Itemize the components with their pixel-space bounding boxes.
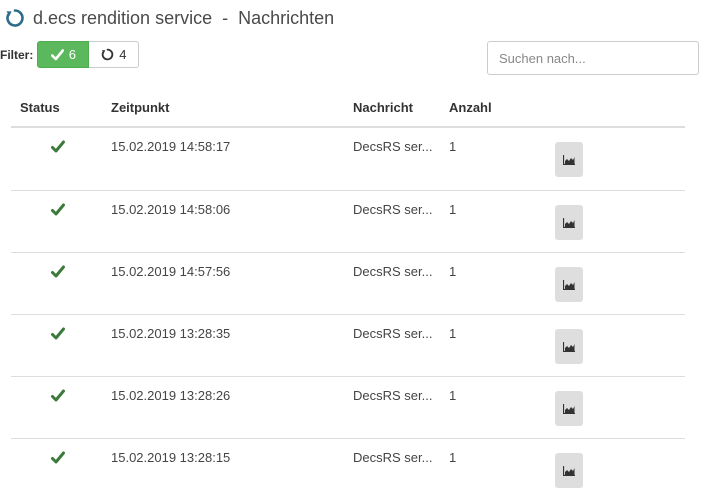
row-count: 1 xyxy=(449,264,457,279)
row-message: DecsRS ser... xyxy=(353,202,433,217)
row-count: 1 xyxy=(449,388,457,403)
filter-pending-count: 4 xyxy=(119,47,127,62)
chart-icon xyxy=(563,279,575,290)
table-row[interactable]: 15.02.2019 13:28:26 DecsRS ser... 1 xyxy=(11,376,685,438)
table-body: 15.02.2019 14:58:17 DecsRS ser... 1 15.0… xyxy=(11,128,685,500)
page: d.ecs rendition service - Nachrichten Fi… xyxy=(0,0,707,503)
table-row[interactable]: 15.02.2019 14:57:56 DecsRS ser... 1 xyxy=(11,252,685,314)
column-header-count[interactable]: Anzahl xyxy=(449,100,545,115)
page-header: d.ecs rendition service - Nachrichten xyxy=(5,6,334,30)
filter-button-group: 6 4 xyxy=(37,41,140,68)
refresh-icon xyxy=(101,48,114,61)
column-header-time[interactable]: Zeitpunkt xyxy=(111,100,353,115)
row-message: DecsRS ser... xyxy=(353,264,433,279)
row-message: DecsRS ser... xyxy=(353,388,433,403)
filter-bar: Filter: 6 4 xyxy=(0,41,140,68)
chart-button[interactable] xyxy=(555,453,583,488)
check-icon xyxy=(50,48,64,60)
check-icon xyxy=(51,451,65,464)
table-row[interactable]: 15.02.2019 14:58:17 DecsRS ser... 1 xyxy=(11,128,685,190)
page-title: d.ecs rendition service - Nachrichten xyxy=(33,7,335,28)
row-count: 1 xyxy=(449,450,457,465)
search-input[interactable] xyxy=(487,41,699,75)
table-header: Status Zeitpunkt Nachricht Anzahl xyxy=(11,88,685,128)
table-row[interactable]: 15.02.2019 13:28:15 DecsRS ser... 1 xyxy=(11,438,685,500)
check-icon xyxy=(51,140,65,153)
row-time: 15.02.2019 13:28:35 xyxy=(111,326,231,341)
column-header-message[interactable]: Nachricht xyxy=(353,100,449,115)
row-time: 15.02.2019 14:58:17 xyxy=(111,139,231,154)
row-count: 1 xyxy=(449,202,457,217)
column-header-status[interactable]: Status xyxy=(11,100,111,115)
filter-ok-button[interactable]: 6 xyxy=(37,41,90,68)
check-icon xyxy=(51,203,65,216)
table-row[interactable]: 15.02.2019 14:58:06 DecsRS ser... 1 xyxy=(11,190,685,252)
chart-button[interactable] xyxy=(555,142,583,177)
chart-icon xyxy=(563,154,575,165)
messages-table: Status Zeitpunkt Nachricht Anzahl 15.02.… xyxy=(11,88,685,500)
chart-button[interactable] xyxy=(555,329,583,364)
row-message: DecsRS ser... xyxy=(353,139,433,154)
row-message: DecsRS ser... xyxy=(353,326,433,341)
chart-icon xyxy=(563,465,575,476)
row-time: 15.02.2019 13:28:15 xyxy=(111,450,231,465)
chart-button[interactable] xyxy=(555,267,583,302)
row-time: 15.02.2019 13:28:26 xyxy=(111,388,231,403)
check-icon xyxy=(51,265,65,278)
row-time: 15.02.2019 14:58:06 xyxy=(111,202,231,217)
row-count: 1 xyxy=(449,326,457,341)
filter-pending-button[interactable]: 4 xyxy=(89,41,140,68)
filter-ok-count: 6 xyxy=(68,47,76,62)
chart-icon xyxy=(563,403,575,414)
check-icon xyxy=(51,389,65,402)
row-message: DecsRS ser... xyxy=(353,450,433,465)
chart-icon xyxy=(563,217,575,228)
row-time: 15.02.2019 14:57:56 xyxy=(111,264,231,279)
filter-label: Filter: xyxy=(0,47,34,62)
table-row[interactable]: 15.02.2019 13:28:35 DecsRS ser... 1 xyxy=(11,314,685,376)
refresh-icon xyxy=(6,9,24,27)
row-count: 1 xyxy=(449,139,457,154)
chart-button[interactable] xyxy=(555,391,583,426)
chart-button[interactable] xyxy=(555,205,583,240)
chart-icon xyxy=(563,341,575,352)
check-icon xyxy=(51,327,65,340)
